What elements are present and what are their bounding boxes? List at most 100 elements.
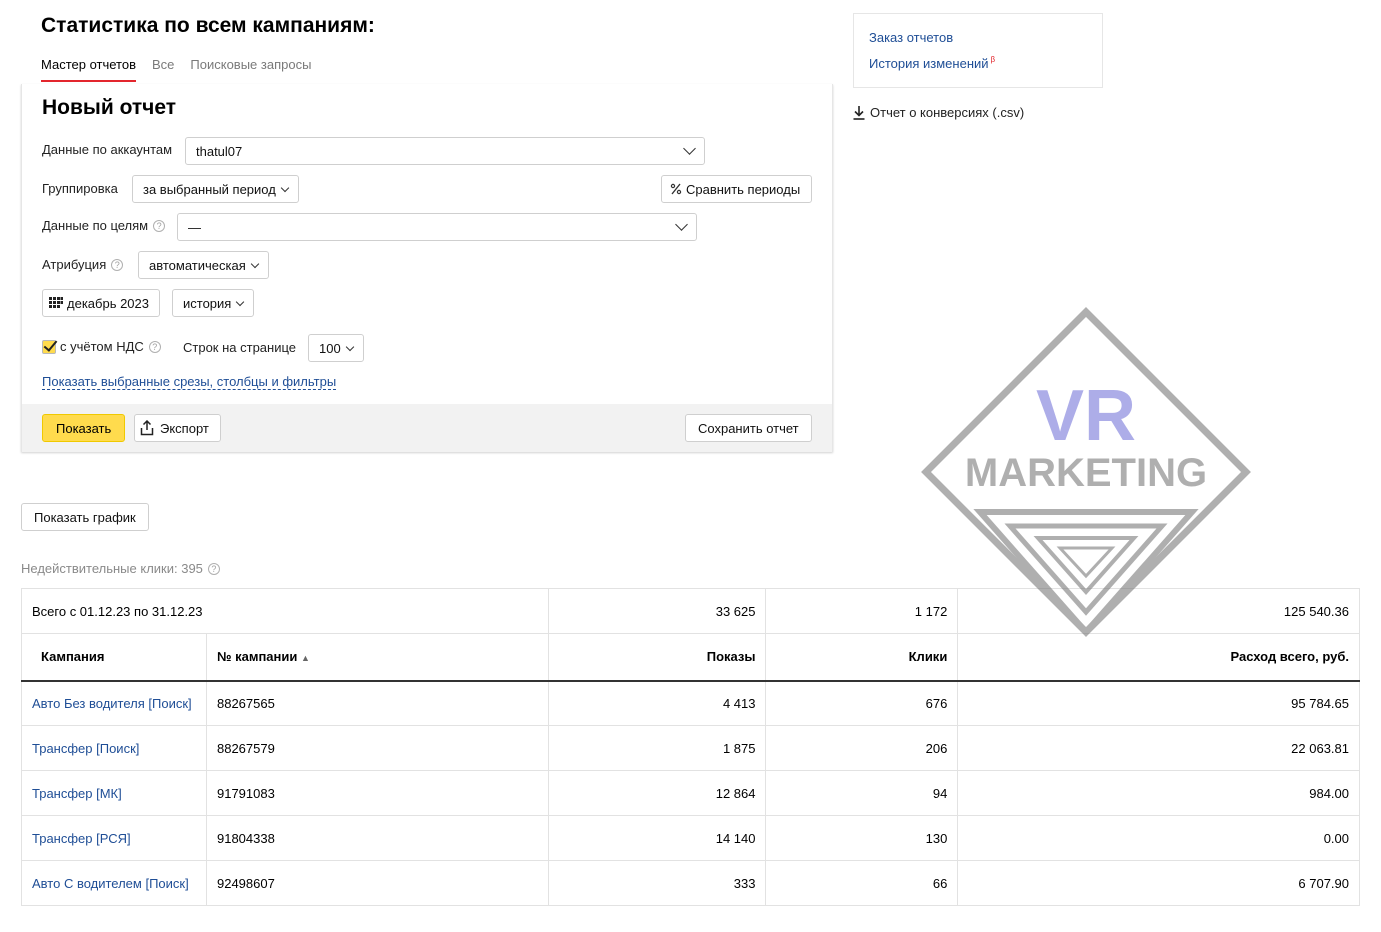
- attribution-select[interactable]: автоматическая: [138, 251, 269, 279]
- invalid-clicks: Недействительные клики: 395?: [21, 561, 220, 576]
- show-chart-button[interactable]: Показать график: [21, 503, 149, 531]
- spend-cell: 6 707.90: [957, 860, 1360, 906]
- report-form-panel: Новый отчет Данные по аккаунтам thatul07…: [21, 84, 833, 452]
- attribution-value: автоматическая: [149, 257, 246, 273]
- total-clicks: 1 172: [765, 588, 959, 634]
- attribution-label-text: Атрибуция: [42, 257, 107, 272]
- tab-report-wizard[interactable]: Мастер отчетов: [41, 57, 136, 82]
- campaign-link[interactable]: Авто С водителем [Поиск]: [21, 860, 207, 906]
- table-total-row: Всего с 01.12.23 по 31.12.23 33 625 1 17…: [21, 588, 1360, 634]
- table-header-row: Кампания № кампании ▲ Показы Клики Расхо…: [21, 633, 1360, 682]
- download-icon: [853, 106, 865, 120]
- export-button[interactable]: Экспорт: [134, 414, 221, 442]
- reports-sidebox: Заказ отчетов История изменений β: [853, 13, 1103, 88]
- chevron-down-icon: [345, 342, 354, 351]
- show-button[interactable]: Показать: [42, 414, 126, 442]
- rows-per-page-value: 100: [319, 340, 341, 356]
- sort-asc-icon: ▲: [300, 653, 310, 664]
- spend-cell: 22 063.81: [957, 725, 1360, 771]
- export-label: Экспорт: [160, 420, 209, 436]
- vat-toggle[interactable]: с учётом НДС ?: [42, 339, 161, 354]
- table-row: Авто Без водителя [Поиск] 88267565 4 413…: [21, 680, 1360, 726]
- help-icon[interactable]: ?: [207, 563, 220, 575]
- help-icon[interactable]: ?: [111, 259, 124, 271]
- grouping-value: за выбранный период: [143, 181, 276, 197]
- form-title: Новый отчет: [42, 96, 177, 119]
- campaign-id: 88267579: [205, 725, 549, 771]
- help-icon[interactable]: ?: [148, 340, 161, 353]
- clicks-cell: 676: [765, 680, 959, 726]
- beta-badge: β: [990, 55, 996, 64]
- compare-periods-label: Сравнить периоды: [686, 181, 801, 197]
- chevron-down-icon: [236, 297, 245, 306]
- page-title: Статистика по всем кампаниям:: [41, 14, 375, 37]
- table-row: Авто С водителем [Поиск] 92498607 333 66…: [21, 860, 1360, 906]
- header-campaign-id-label: № кампании: [216, 649, 298, 665]
- percent-icon: [670, 183, 682, 195]
- campaign-id: 92498607: [205, 860, 549, 906]
- change-history-link[interactable]: История изменений: [869, 56, 989, 71]
- clicks-cell: 66: [765, 860, 959, 906]
- header-campaign-id[interactable]: № кампании ▲: [205, 633, 549, 682]
- table-row: Трансфер [Поиск] 88267579 1 875 206 22 0…: [21, 725, 1360, 771]
- total-spend: 125 540.36: [957, 588, 1360, 634]
- watermark-line1: VR: [1036, 376, 1136, 456]
- header-spend[interactable]: Расход всего, руб.: [957, 633, 1360, 682]
- help-icon[interactable]: ?: [153, 220, 166, 232]
- chevron-down-icon: [675, 218, 688, 231]
- invalid-clicks-text: Недействительные клики: 395: [21, 561, 203, 576]
- header-campaign[interactable]: Кампания: [21, 633, 207, 682]
- vat-checkbox[interactable]: [42, 339, 56, 354]
- vat-label: с учётом НДС: [60, 339, 144, 354]
- header-clicks[interactable]: Клики: [765, 633, 959, 682]
- accounts-select[interactable]: thatul07: [185, 137, 705, 165]
- campaign-link[interactable]: Трансфер [МК]: [21, 770, 207, 816]
- goals-label: Данные по целям?: [42, 218, 166, 233]
- campaign-id: 91804338: [205, 815, 549, 861]
- conversions-report-label: Отчет о конверсиях (.csv): [870, 105, 1025, 120]
- header-impressions[interactable]: Показы: [547, 633, 767, 682]
- form-actions-bar: Показать Экспорт Сохранить отчет: [22, 404, 832, 452]
- accounts-label: Данные по аккаунтам: [42, 142, 173, 157]
- report-tabs: Мастер отчетов Все Поисковые запросы: [41, 57, 327, 82]
- date-picker-button[interactable]: декабрь 2023: [42, 289, 160, 317]
- conversions-report-download[interactable]: Отчет о конверсиях (.csv): [853, 105, 1024, 120]
- campaigns-table: Всего с 01.12.23 по 31.12.23 33 625 1 17…: [21, 588, 1360, 906]
- impressions-cell: 333: [547, 860, 767, 906]
- tab-search-queries[interactable]: Поисковые запросы: [190, 57, 311, 82]
- history-value: история: [183, 295, 232, 311]
- campaign-link[interactable]: Авто Без водителя [Поиск]: [21, 680, 207, 726]
- campaign-link[interactable]: Трансфер [РСЯ]: [21, 815, 207, 861]
- total-label: Всего с 01.12.23 по 31.12.23: [21, 588, 549, 634]
- show-slices-link[interactable]: Показать выбранные срезы, столбцы и филь…: [42, 374, 337, 390]
- impressions-cell: 1 875: [547, 725, 767, 771]
- campaign-link[interactable]: Трансфер [Поиск]: [21, 725, 207, 771]
- goals-value: —: [188, 219, 201, 235]
- attribution-label: Атрибуция?: [42, 257, 124, 272]
- grouping-label: Группировка: [42, 181, 118, 196]
- calendar-icon: [49, 297, 63, 308]
- compare-periods-button[interactable]: Сравнить периоды: [661, 175, 812, 203]
- goals-label-text: Данные по целям: [42, 218, 149, 233]
- clicks-cell: 206: [765, 725, 959, 771]
- table-row: Трансфер [МК] 91791083 12 864 94 984.00: [21, 770, 1360, 816]
- change-history-row: История изменений β: [869, 55, 995, 71]
- campaign-id: 88267565: [205, 680, 549, 726]
- spend-cell: 0.00: [957, 815, 1360, 861]
- campaign-id: 91791083: [205, 770, 549, 816]
- save-report-button[interactable]: Сохранить отчет: [685, 414, 812, 442]
- accounts-value: thatul07: [196, 143, 243, 159]
- tab-all[interactable]: Все: [152, 57, 174, 82]
- order-reports-link[interactable]: Заказ отчетов: [869, 30, 953, 45]
- clicks-cell: 130: [765, 815, 959, 861]
- goals-select[interactable]: —: [177, 213, 697, 241]
- watermark-line2: MARKETING: [965, 451, 1207, 495]
- rows-per-page-select[interactable]: 100: [308, 334, 364, 362]
- export-icon: [140, 420, 154, 436]
- history-select[interactable]: история: [172, 289, 255, 317]
- grouping-select[interactable]: за выбранный период: [132, 175, 299, 203]
- chevron-down-icon: [683, 142, 696, 155]
- impressions-cell: 14 140: [547, 815, 767, 861]
- rows-per-page-label: Строк на странице: [183, 340, 297, 355]
- date-value: декабрь 2023: [67, 295, 149, 311]
